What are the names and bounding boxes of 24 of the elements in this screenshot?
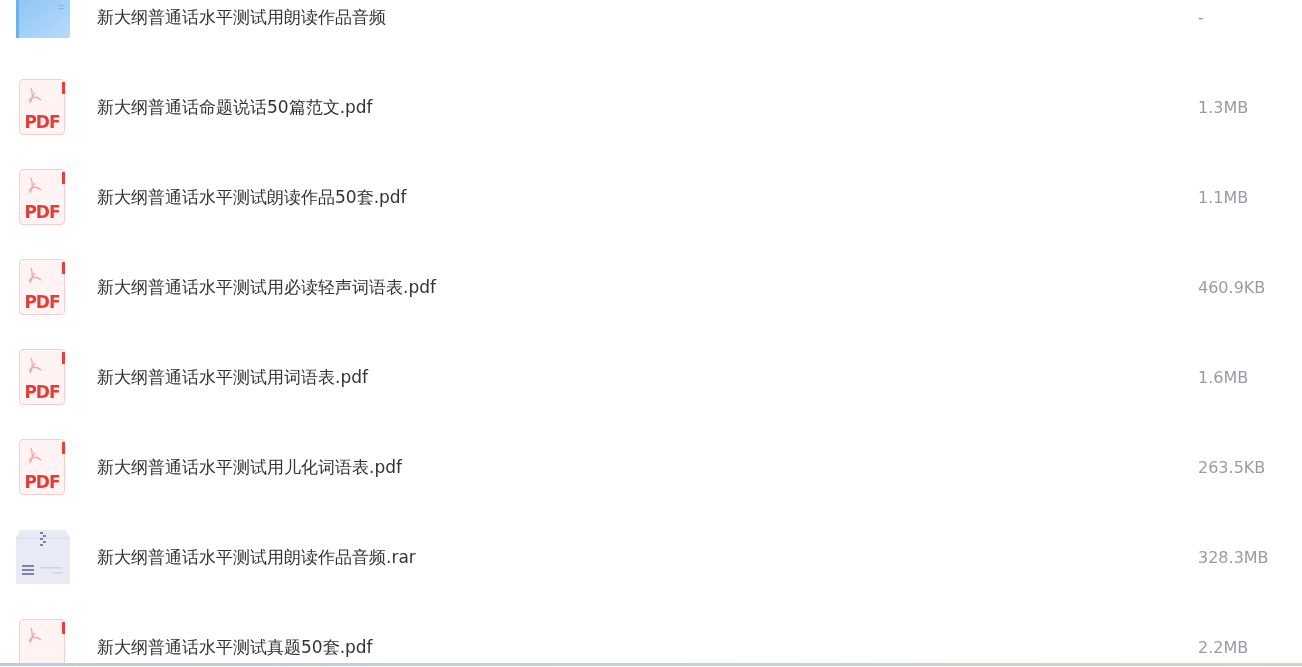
file-size: 328.3MB [1198, 547, 1270, 567]
file-size: 1.6MB [1198, 367, 1250, 387]
file-name[interactable]: 新大纲普通话水平测试真题50套.pdf [97, 635, 1198, 659]
pdf-file-icon: PDF [19, 259, 65, 315]
file-name[interactable]: 新大纲普通话水平测试用儿化词语表.pdf [97, 455, 1198, 479]
file-name[interactable]: 新大纲普通话水平测试用朗读作品音频.rar [97, 545, 1198, 569]
file-name[interactable]: 新大纲普通话水平测试用必读轻声词语表.pdf [97, 275, 1198, 299]
file-size: 2.2MB [1198, 637, 1250, 657]
file-size: 263.5KB [1198, 457, 1267, 477]
file-size: 1.1MB [1198, 187, 1250, 207]
file-name[interactable]: 新大纲普通话水平测试用词语表.pdf [97, 365, 1198, 389]
pdf-file-icon: PDF [19, 439, 65, 495]
file-name[interactable]: 新大纲普通话水平测试用朗读作品音频 [97, 5, 1198, 29]
file-size: 1.3MB [1198, 97, 1250, 117]
file-name[interactable]: 新大纲普通话命题说话50篇范文.pdf [97, 95, 1198, 119]
file-name[interactable]: 新大纲普通话水平测试朗读作品50套.pdf [97, 185, 1198, 209]
folder-icon [16, 0, 70, 38]
file-size: 460.9KB [1198, 277, 1267, 297]
archive-file-icon [16, 530, 70, 584]
pdf-file-icon: PDF [19, 169, 65, 225]
pdf-file-icon [19, 619, 65, 663]
file-size: - [1198, 7, 1205, 27]
pdf-file-icon: PDF [19, 79, 65, 135]
pdf-file-icon: PDF [19, 349, 65, 405]
